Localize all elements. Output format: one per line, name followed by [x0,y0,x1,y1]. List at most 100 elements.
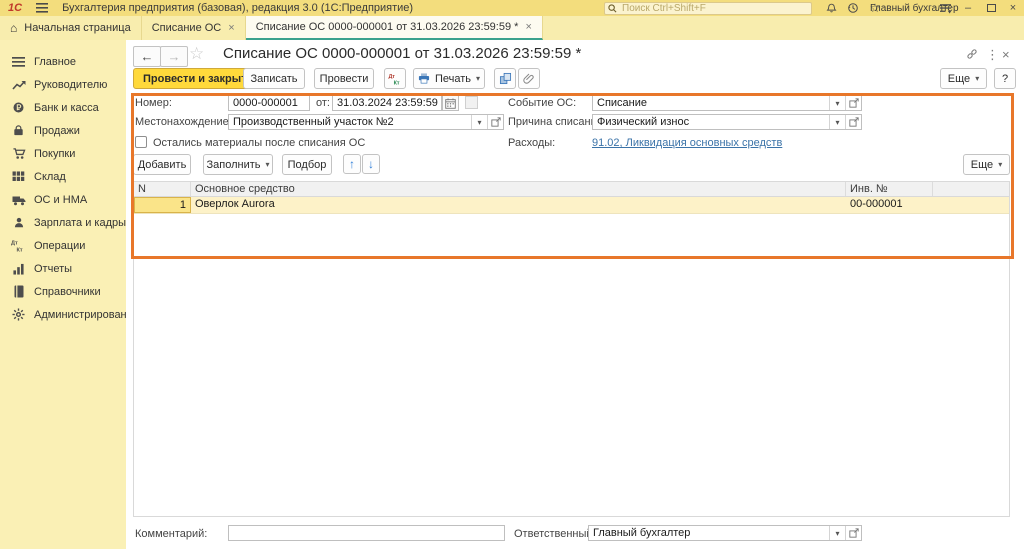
fill-button[interactable]: Заполнить ▾ [203,154,273,175]
empty-cell [933,197,1009,213]
caret-down-icon[interactable]: ▾ [829,115,845,129]
column-header-n[interactable]: N [134,182,191,196]
close-tab-icon[interactable]: × [525,21,531,33]
number-field[interactable]: 0000-000001 [228,95,310,111]
sections-sidebar: Главное Руководителю Банк и касса Продаж… [0,40,126,549]
bell-icon[interactable] [824,1,838,15]
move-up-button[interactable]: ↑ [343,154,361,174]
number-label: Номер: [135,97,172,109]
main-menu-icon[interactable] [36,3,48,13]
forward-button[interactable]: → [160,46,188,67]
column-header-empty [933,182,1009,196]
tab-spisanie-os-document[interactable]: Списание ОС 0000-000001 от 31.03.2026 23… [246,16,543,40]
gear-icon [11,308,26,322]
add-row-button[interactable]: Добавить [133,154,191,175]
caret-down-icon[interactable]: ▾ [829,526,845,540]
button-label: Добавить [138,159,187,171]
expenses-label: Расходы: [508,137,555,149]
asset-cell[interactable]: Оверлок Aurora [191,197,846,213]
svg-text:Кт: Кт [17,248,23,253]
comment-input[interactable] [228,525,505,541]
history-icon[interactable] [846,1,860,15]
related-docs-button[interactable] [494,68,516,89]
sidebar-item-label: Продажи [34,125,80,137]
inv-number-cell[interactable]: 00-000001 [846,197,933,213]
tab-home[interactable]: ⌂ Начальная страница [0,16,142,40]
dtkt-button[interactable]: ДтКт [384,68,406,89]
favorite-star-icon[interactable]: ☆ [189,44,204,64]
tab-label: Списание ОС 0000-000001 от 31.03.2026 23… [256,21,519,33]
help-button[interactable]: ? [994,68,1016,89]
pick-button[interactable]: Подбор [282,154,332,175]
back-button[interactable]: ← [133,46,161,67]
service-menu-icon[interactable] [938,1,952,15]
tab-spisanie-os-list[interactable]: Списание ОС × [142,16,246,40]
close-form-icon[interactable]: × [1002,47,1010,62]
print-button[interactable]: Печать ▾ [413,68,485,89]
sidebar-item-sklad[interactable]: Склад [0,165,126,188]
table-header: N Основное средство Инв. № [134,181,1009,197]
sidebar-item-zarplata-i-kadry[interactable]: Зарплата и кадры [0,211,126,234]
maximize-icon[interactable] [983,1,999,15]
tab-label: Списание ОС [152,22,222,34]
app-title: Бухгалтерия предприятия (базовая), редак… [62,2,413,14]
location-combo[interactable]: Производственный участок №2 ▾ [228,114,504,130]
close-icon[interactable]: × [1005,1,1021,15]
trend-icon [11,78,26,92]
coin-icon [11,101,26,115]
column-header-inv[interactable]: Инв. № [846,182,933,196]
sidebar-item-prodazhi[interactable]: Продажи [0,119,126,142]
sidebar-item-rukovoditelyu[interactable]: Руководителю [0,73,126,96]
column-header-asset[interactable]: Основное средство [191,182,846,196]
post-button[interactable]: Провести [314,68,374,89]
calendar-button[interactable] [442,95,459,111]
button-label: Провести и закрыть [143,73,253,85]
sidebar-item-glavnoe[interactable]: Главное [0,50,126,73]
sidebar-item-spravochniki[interactable]: Справочники [0,280,126,303]
sidebar-item-administrirovanie[interactable]: Администрирование [0,303,126,326]
combo-open-icon[interactable] [845,96,861,110]
event-combo[interactable]: Списание ▾ [592,95,862,111]
combo-open-icon[interactable] [845,115,861,129]
materials-left-checkbox[interactable] [135,136,147,148]
caret-down-icon[interactable]: ▾ [471,115,487,129]
link-icon[interactable] [965,48,979,60]
sidebar-item-otchety[interactable]: Отчеты [0,257,126,280]
paperclip-icon [523,72,535,85]
sidebar-item-bank-i-kassa[interactable]: Банк и касса [0,96,126,119]
caret-down-icon: ▾ [476,74,480,83]
bag-icon [11,124,26,138]
search-input[interactable] [620,2,808,15]
row-number-cell[interactable]: 1 [134,197,191,213]
sidebar-item-pokupki[interactable]: Покупки [0,142,126,165]
close-tab-icon[interactable]: × [228,22,234,34]
reason-combo[interactable]: Физический износ ▾ [592,114,862,130]
more-dots-icon[interactable]: ⋮ [986,47,999,63]
combo-open-icon[interactable] [845,526,861,540]
combo-value: Списание [593,96,829,110]
minimize-icon[interactable]: – [960,1,976,15]
save-button[interactable]: Записать [243,68,305,89]
table-row[interactable]: 1 Оверлок Aurora 00-000001 [134,197,1009,214]
sidebar-item-operacii[interactable]: ДтКт Операции [0,234,126,257]
assets-table: N Основное средство Инв. № 1 Оверлок Aur… [133,181,1010,517]
combo-value: Физический износ [593,115,829,129]
event-label: Событие ОС: [508,97,576,109]
sidebar-item-label: ОС и НМА [34,194,87,206]
form-more-button[interactable]: Еще ▾ [940,68,987,89]
paperclip-button[interactable] [518,68,540,89]
expenses-account-link[interactable]: 91.02, Ликвидация основных средств [592,137,782,149]
responsible-combo[interactable]: Главный бухгалтер ▾ [588,525,862,541]
back-icon: ← [141,49,154,64]
sidebar-item-label: Главное [34,56,76,68]
table-more-button[interactable]: Еще ▾ [963,154,1010,175]
global-search[interactable] [604,2,812,15]
combo-open-icon[interactable] [487,115,503,129]
sidebar-item-os-i-nma[interactable]: ОС и НМА [0,188,126,211]
move-up-icon: ↑ [349,157,355,171]
home-icon: ⌂ [10,21,17,35]
date-field[interactable]: 31.03.2024 23:59:59 [332,95,442,111]
move-down-button[interactable]: ↓ [362,154,380,174]
caret-down-icon[interactable]: ▾ [829,96,845,110]
set-time-button[interactable] [465,96,478,109]
